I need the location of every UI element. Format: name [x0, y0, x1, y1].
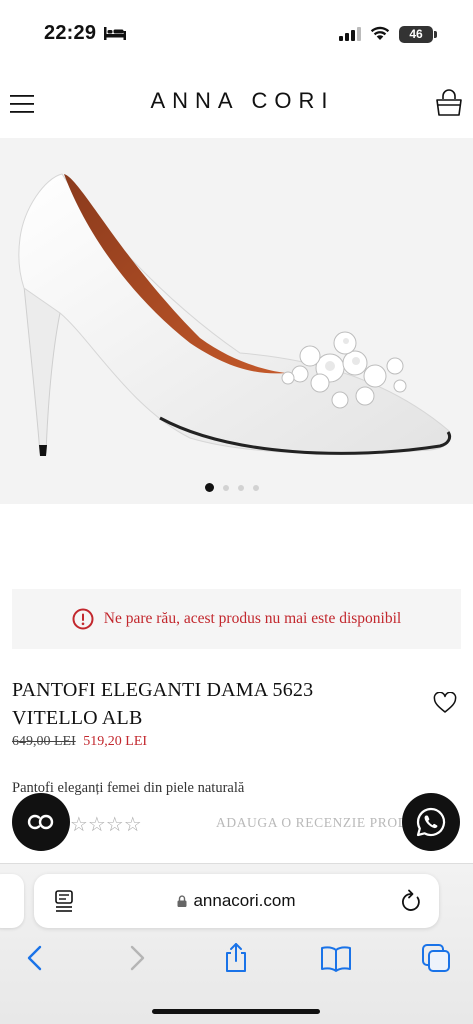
forward-arrow-icon[interactable] — [120, 942, 152, 974]
address-bar[interactable]: annacori.com — [34, 874, 439, 928]
gallery-pagination — [205, 483, 259, 492]
status-bar: 22:29 46 — [0, 0, 473, 60]
product-image — [18, 173, 452, 456]
whatsapp-icon — [416, 807, 446, 837]
product-title: PANTOFI ELEGANTI DAMA 5623 VITELLO ALB — [12, 679, 314, 729]
wifi-icon — [370, 26, 390, 40]
browser-nav-row — [0, 942, 473, 982]
url-display[interactable]: annacori.com — [34, 891, 439, 911]
browser-toolbar: annacori.com — [0, 863, 473, 1024]
alert-circle-icon — [72, 608, 94, 630]
gallery-dot-1[interactable] — [205, 483, 214, 492]
lock-icon — [177, 895, 187, 907]
gallery-dot-2[interactable] — [223, 484, 229, 491]
shopping-bag-icon[interactable] — [434, 88, 464, 118]
price-row: 649,00 LEI 519,20 LEI — [12, 734, 147, 750]
battery-nub — [434, 31, 437, 38]
battery-indicator: 46 — [399, 26, 433, 43]
co-chat-button[interactable] — [12, 793, 70, 851]
brand-logo[interactable]: ANNA CORI — [0, 88, 473, 114]
bookmarks-book-icon[interactable] — [320, 942, 352, 974]
url-text: annacori.com — [193, 891, 296, 910]
site-header: ANNA CORI — [0, 60, 473, 138]
old-price: 649,00 LEI — [12, 734, 76, 749]
co-logo-icon — [27, 814, 54, 830]
tabs-icon[interactable] — [420, 942, 452, 974]
add-review-link[interactable]: ADAUGA O RECENZIE PRODUS — [216, 815, 416, 831]
reload-icon[interactable] — [400, 889, 422, 913]
product-image-gallery[interactable] — [0, 138, 473, 504]
back-arrow-icon[interactable] — [20, 942, 52, 974]
share-icon[interactable] — [220, 942, 252, 974]
home-indicator — [152, 1009, 320, 1014]
previous-tab-card[interactable] — [0, 874, 24, 928]
gallery-dot-3[interactable] — [238, 484, 244, 491]
unavailable-text: Ne pare rău, acest produs nu mai este di… — [103, 610, 402, 627]
wishlist-heart-icon[interactable] — [433, 692, 457, 714]
gallery-dot-4[interactable] — [253, 484, 259, 491]
sale-price: 519,20 LEI — [83, 734, 148, 749]
signal-icon — [339, 27, 361, 41]
unavailable-notice: Ne pare rău, acest produs nu mai este di… — [12, 589, 461, 649]
whatsapp-button[interactable] — [402, 793, 460, 851]
bed-icon — [104, 27, 126, 40]
status-time: 22:29 — [44, 22, 97, 44]
